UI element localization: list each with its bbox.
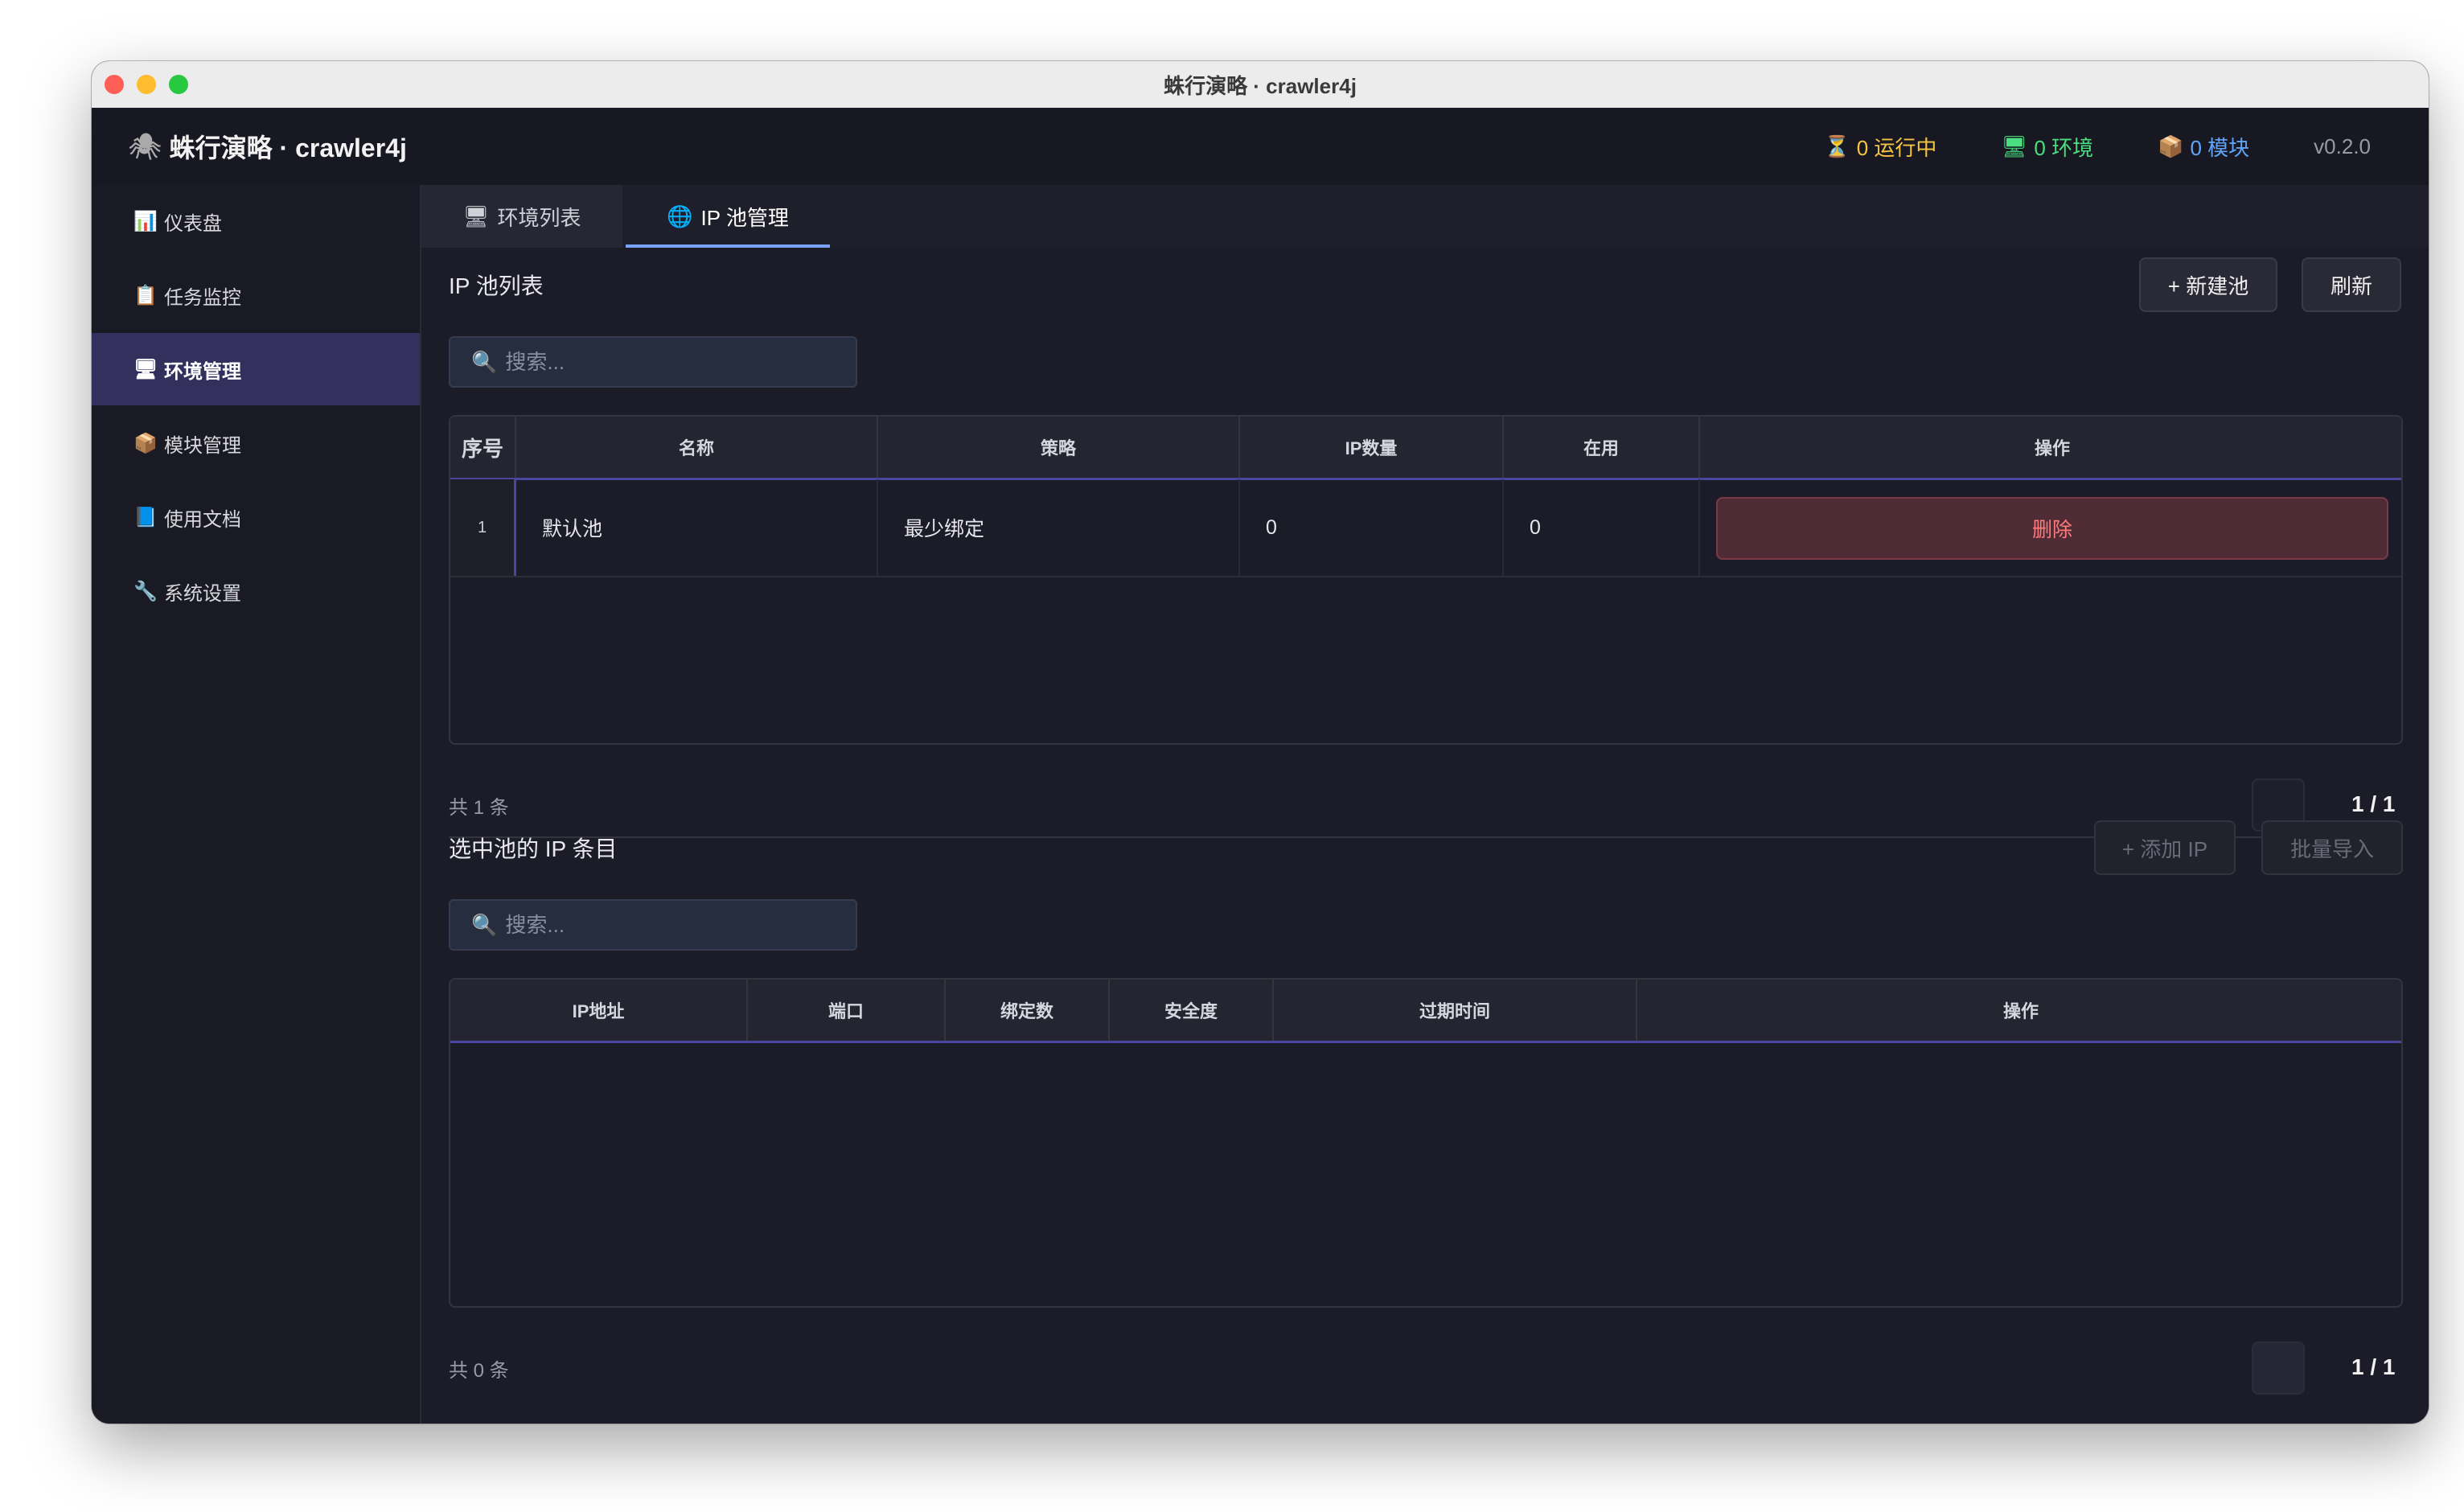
hourglass-icon: ⏳ <box>1824 134 1850 158</box>
module-stat: 📦 0 模块 <box>2158 132 2249 162</box>
close-window-button[interactable] <box>105 75 124 94</box>
pool-strategy: 最少绑定 <box>878 479 1240 576</box>
title-bar: 蛛行演略 · crawler4j <box>92 61 2429 109</box>
pool-page-indicator: 1 / 1 <box>2351 791 2396 816</box>
entry-search: 🔍 <box>449 899 857 951</box>
maximize-window-button[interactable] <box>169 75 188 94</box>
chart-icon: 📊 <box>133 210 158 232</box>
search-icon: 🔍 <box>471 349 498 374</box>
app-window: 蛛行演略 · crawler4j 🕷 蛛行演略 · crawler4j ⏳ 0 … <box>92 61 2429 1424</box>
bulk-import-button[interactable]: 批量导入 <box>2261 820 2403 875</box>
pool-actions: 删除 <box>1700 479 2401 576</box>
pool-ip-count: 0 <box>1240 479 1504 576</box>
tab-bar: 🖥 环境列表 🌐 IP 池管理 <box>421 185 2429 248</box>
entry-section-title: 选中池的 IP 条目 <box>449 836 618 861</box>
package-icon: 📦 <box>2158 134 2184 158</box>
brand-title: 蛛行演略 · crawler4j <box>169 134 407 162</box>
window-controls <box>105 75 188 94</box>
package-icon: 📦 <box>133 432 158 454</box>
tab-ip-pool[interactable]: 🌐 IP 池管理 <box>626 185 830 248</box>
pool-search: 🔍 <box>449 336 857 388</box>
column-header[interactable]: 策略 <box>878 417 1240 478</box>
main-content: 🖥 环境列表 🌐 IP 池管理 IP 池列表 + 新建池 刷新 🔍 序号 名称 … <box>421 185 2429 1424</box>
version-label: v0.2.0 <box>2314 134 2371 158</box>
delete-pool-button[interactable]: 删除 <box>1716 497 2388 560</box>
brand: 🕷 蛛行演略 · crawler4j <box>129 128 407 165</box>
column-header: 操作 <box>2002 1001 2039 1021</box>
tab-environment-list[interactable]: 🖥 环境列表 <box>421 185 622 248</box>
sidebar-item-label: 环境管理 <box>164 360 241 383</box>
spider-icon: 🕷 <box>129 132 162 161</box>
clipboard-icon: 📋 <box>133 284 158 306</box>
sidebar-item-tasks[interactable]: 📋 任务监控 <box>92 259 420 331</box>
env-stat-label: 0 环境 <box>2034 135 2094 160</box>
entry-search-input[interactable] <box>503 911 829 939</box>
pool-table-header: 序号 名称 策略 IP数量 在用 操作 <box>450 417 2401 480</box>
monitor-icon: 🖥 <box>133 358 158 380</box>
sidebar-item-label: 模块管理 <box>164 434 241 457</box>
add-ip-button[interactable]: + 添加 IP <box>2094 820 2236 875</box>
column-header[interactable]: 在用 <box>1504 417 1700 478</box>
column-header: 操作 <box>2034 438 2070 458</box>
pool-in-use: 0 <box>1504 479 1700 576</box>
monitor-icon: 🖥 <box>2001 134 2028 158</box>
globe-icon: 🌐 <box>667 203 693 228</box>
pool-section-title: IP 池列表 <box>449 273 544 298</box>
sidebar-item-label: 任务监控 <box>164 286 241 309</box>
sidebar-item-label: 使用文档 <box>164 508 241 531</box>
header-stats: ⏳ 0 运行中 🖥 0 环境 📦 0 模块 v0.2.0 <box>1824 132 2371 162</box>
entry-table: IP地址 端口 绑定数 安全度 过期时间 操作 <box>449 978 2403 1308</box>
entry-page-indicator: 1 / 1 <box>2351 1354 2396 1379</box>
column-header[interactable]: 名称 <box>516 417 878 478</box>
sidebar-item-docs[interactable]: 📘 使用文档 <box>92 481 420 553</box>
sidebar-item-label: 系统设置 <box>164 582 241 605</box>
app-header: 🕷 蛛行演略 · crawler4j ⏳ 0 运行中 🖥 0 环境 📦 0 模块… <box>92 108 2429 187</box>
running-stat-label: 0 运行中 <box>1856 135 1937 160</box>
sidebar-item-label: 仪表盘 <box>164 212 222 235</box>
env-stat: 🖥 0 环境 <box>2001 132 2093 162</box>
column-header[interactable]: 序号 <box>450 417 516 478</box>
pool-table: 序号 名称 策略 IP数量 在用 操作 1 默认池 最少绑定 0 0 删除 <box>449 415 2403 745</box>
running-stat: ⏳ 0 运行中 <box>1824 132 1936 162</box>
module-stat-label: 0 模块 <box>2190 135 2250 160</box>
window-title: 蛛行演略 · crawler4j <box>1164 73 1357 98</box>
prev-page-button[interactable] <box>2252 1341 2305 1395</box>
new-pool-button[interactable]: + 新建池 <box>2139 257 2277 312</box>
sidebar-item-settings[interactable]: 🔧 系统设置 <box>92 555 420 627</box>
table-row[interactable]: 1 默认池 最少绑定 0 0 删除 <box>450 479 2401 577</box>
column-header[interactable]: 绑定数 <box>946 980 1110 1041</box>
sidebar: 📊 仪表盘 📋 任务监控 🖥 环境管理 📦 模块管理 📘 使用文档 🔧 系统设置 <box>92 185 421 1424</box>
pool-name: 默认池 <box>516 479 878 576</box>
column-header[interactable]: IP地址 <box>450 980 748 1041</box>
row-index: 1 <box>450 479 516 576</box>
column-header[interactable]: 过期时间 <box>1274 980 1637 1041</box>
sidebar-item-dashboard[interactable]: 📊 仪表盘 <box>92 185 420 257</box>
pool-count: 共 1 条 <box>449 797 509 819</box>
book-icon: 📘 <box>133 506 158 528</box>
minimize-window-button[interactable] <box>137 75 156 94</box>
column-header[interactable]: 安全度 <box>1110 980 1274 1041</box>
sidebar-item-modules[interactable]: 📦 模块管理 <box>92 407 420 479</box>
refresh-button[interactable]: 刷新 <box>2302 257 2401 312</box>
tab-label: 环境列表 <box>497 205 581 230</box>
pool-search-input[interactable] <box>503 348 829 376</box>
monitor-icon: 🖥 <box>462 203 490 228</box>
column-header[interactable]: 端口 <box>748 980 946 1041</box>
sidebar-item-environments[interactable]: 🖥 环境管理 <box>92 333 420 405</box>
column-header[interactable]: IP数量 <box>1240 417 1504 478</box>
tab-label: IP 池管理 <box>700 205 789 230</box>
entry-count: 共 0 条 <box>449 1360 509 1382</box>
wrench-icon: 🔧 <box>133 580 158 602</box>
entry-table-header: IP地址 端口 绑定数 安全度 过期时间 操作 <box>450 980 2401 1043</box>
search-icon: 🔍 <box>471 912 498 937</box>
